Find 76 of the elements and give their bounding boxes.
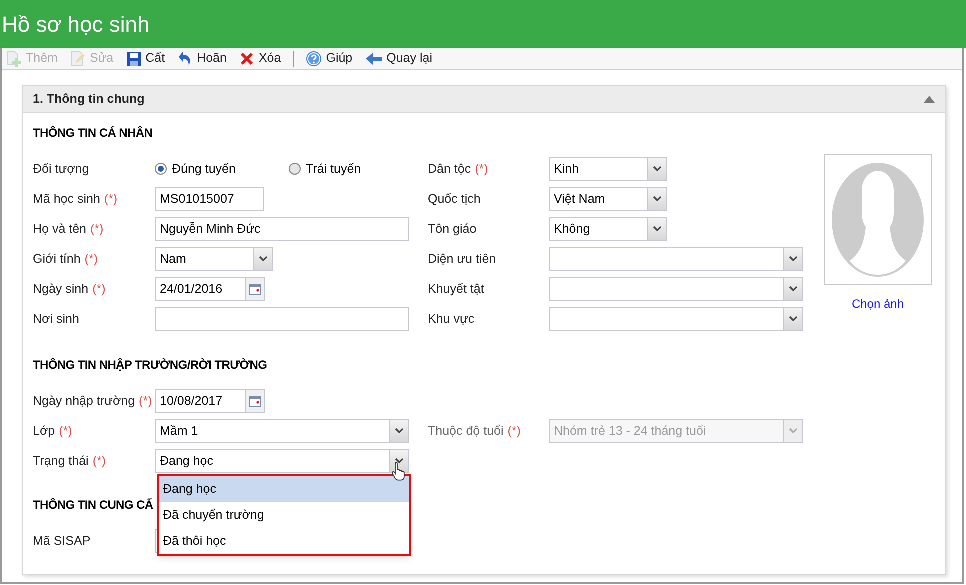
- required-mark: (*): [84, 252, 98, 266]
- dropdown-option[interactable]: Đã thôi học: [159, 528, 409, 554]
- required-mark: (*): [139, 394, 152, 408]
- chevron-down-icon: [788, 316, 798, 322]
- dropdown-field[interactable]: Kinh: [549, 157, 667, 181]
- chevron-down-icon: [788, 256, 798, 262]
- text-field[interactable]: Nguyễn Minh Đức: [155, 217, 409, 241]
- field-label: Tôn giáo: [428, 222, 477, 236]
- window-title: Hồ sơ học sinh: [0, 0, 966, 48]
- field-label: Thuộc độ tuổi: [428, 424, 504, 438]
- panel-title: 1. Thông tin chung: [33, 90, 145, 108]
- field-label: Mã học sinh: [33, 192, 100, 206]
- dropdown-field[interactable]: Không: [549, 217, 667, 241]
- chevron-down-icon: [788, 428, 798, 434]
- help-icon: [306, 50, 322, 66]
- dropdown-option[interactable]: Đã chuyển trường: [159, 502, 409, 528]
- toolbar-button[interactable]: Xóa: [238, 49, 282, 68]
- chevron-down-icon: [394, 458, 404, 464]
- chevron-down-icon: [394, 428, 404, 434]
- dropdown-field[interactable]: Nam: [155, 247, 273, 271]
- text-field[interactable]: MS01015007: [155, 187, 264, 211]
- calendar-icon: [249, 396, 261, 406]
- text-field[interactable]: [155, 307, 409, 331]
- field-label: Khu vực: [428, 312, 475, 326]
- required-mark: (*): [475, 162, 488, 176]
- toolbar-button[interactable]: Giúp: [306, 49, 353, 68]
- dropdown-field[interactable]: Việt Nam: [549, 187, 667, 211]
- required-mark: (*): [59, 424, 72, 438]
- required-mark: (*): [92, 454, 106, 468]
- field-label: Lớp: [33, 424, 56, 438]
- field-label: Quốc tịch: [428, 192, 481, 206]
- toolbar-button[interactable]: Hoãn: [177, 49, 227, 68]
- dropdown-field[interactable]: [549, 307, 803, 331]
- chevron-down-icon: [258, 256, 268, 262]
- field-label: Ngày nhập trường: [33, 394, 136, 408]
- choose-photo-link[interactable]: Chọn ảnh: [852, 295, 904, 313]
- field-label: Nơi sinh: [33, 312, 80, 326]
- required-mark: (*): [92, 282, 106, 296]
- add-page-icon: [6, 50, 22, 66]
- dropdown-field[interactable]: [549, 277, 803, 301]
- field-label: Mã SISAP: [33, 534, 91, 548]
- chevron-down-icon: [652, 226, 662, 232]
- calendar-icon: [249, 284, 261, 294]
- field-label: Họ và tên: [33, 222, 87, 236]
- field-label: Diện ưu tiên: [428, 252, 496, 266]
- edit-page-icon: [70, 50, 86, 66]
- dropdown-field[interactable]: Đang học: [155, 449, 409, 473]
- avatar-icon: [832, 162, 924, 276]
- section-heading: THÔNG TIN NHẬP TRƯỜNG/RỜI TRƯỜNG: [33, 357, 268, 374]
- chevron-down-icon: [652, 196, 662, 202]
- date-field[interactable]: 24/01/2016: [155, 277, 265, 301]
- dropdown-field[interactable]: Mầm 1: [155, 419, 409, 443]
- dropdown-field[interactable]: [549, 247, 803, 271]
- chevron-down-icon: [788, 286, 798, 292]
- date-field[interactable]: 10/08/2017: [155, 389, 265, 413]
- section-heading: THÔNG TIN CÁ NHÂN: [33, 125, 153, 142]
- left-arrow-icon: [364, 50, 383, 66]
- radio-option[interactable]: Đúng tuyến: [155, 160, 289, 178]
- toolbar-button[interactable]: Cất: [126, 49, 166, 68]
- radio-option[interactable]: Trái tuyến: [289, 160, 423, 178]
- close-icon: [238, 50, 255, 66]
- dropdown-option[interactable]: Đang học: [159, 476, 409, 502]
- section-heading: THÔNG TIN CUNG CẤ: [33, 497, 154, 514]
- field-label: Ngày sinh: [33, 282, 89, 296]
- field-label: Giới tính: [33, 252, 81, 266]
- required-mark: (*): [104, 192, 118, 206]
- field-label: Khuyết tật: [428, 282, 484, 296]
- collapse-icon[interactable]: [924, 96, 935, 102]
- toolbar-button[interactable]: Quay lại: [364, 49, 432, 68]
- chevron-down-icon: [652, 166, 662, 172]
- required-mark: (*): [90, 222, 104, 236]
- required-mark: (*): [508, 424, 521, 438]
- panel-header[interactable]: 1. Thông tin chung: [23, 86, 945, 113]
- field-label: Đối tượng: [33, 162, 90, 176]
- field-label: Dân tộc: [428, 162, 472, 176]
- field-label: Trạng thái: [33, 454, 89, 468]
